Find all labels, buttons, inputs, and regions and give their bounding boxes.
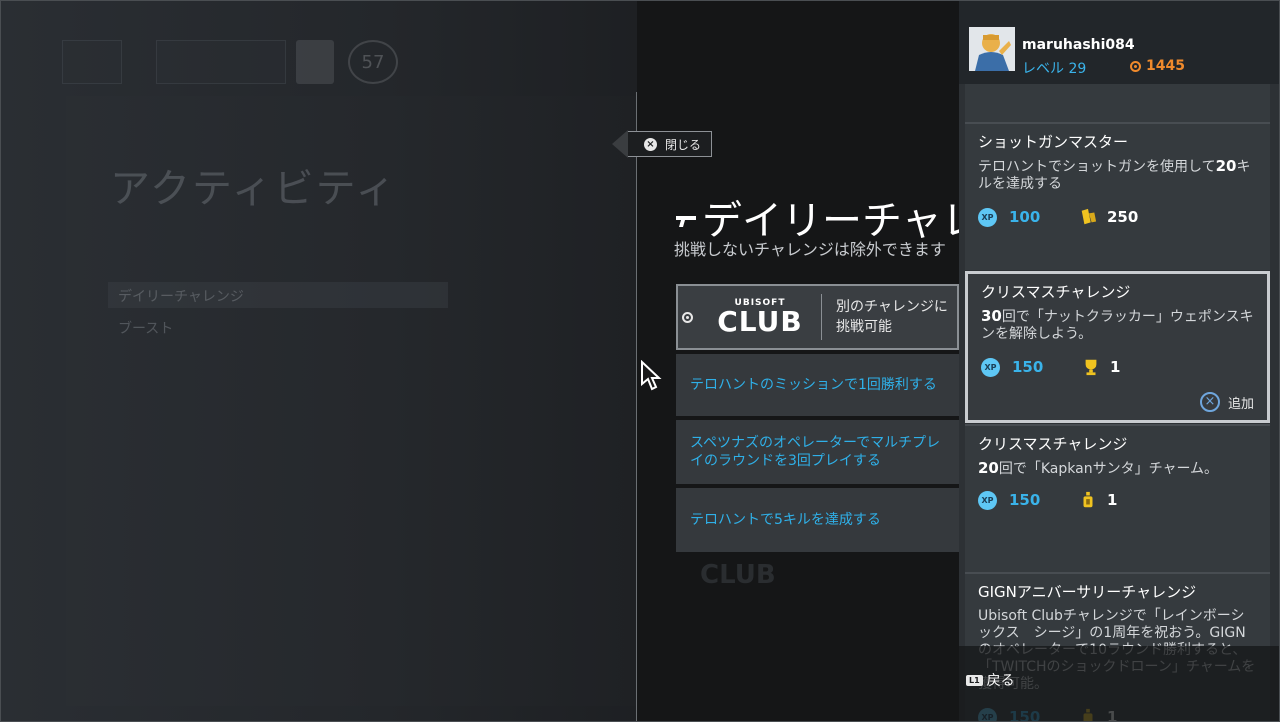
avatar bbox=[969, 27, 1015, 71]
renown-icon bbox=[1081, 208, 1097, 225]
card-title: GIGNアニバーサリーチャレンジ bbox=[978, 583, 1197, 601]
xp-value: 100 bbox=[1009, 208, 1041, 226]
card-description: 20回で「Kapkanサンタ」チャーム。 bbox=[978, 459, 1219, 478]
card-title: クリスマスチャレンジ bbox=[978, 435, 1128, 453]
challenge-item-2-line1: スペツナズのオペレーターでマルチプレ bbox=[690, 435, 941, 451]
close-button-body: × 閉じる bbox=[628, 131, 713, 157]
card-rewards: XP 150 1 bbox=[978, 488, 1257, 512]
challenge-item-2[interactable]: スペツナズのオペレーターでマルチプレ イのラウンドを3回プレイする bbox=[676, 420, 959, 484]
cross-button-icon: × bbox=[1199, 392, 1220, 412]
xp-value: 150 bbox=[1009, 491, 1041, 509]
background-squad-box bbox=[156, 40, 286, 84]
circle-x-icon: × bbox=[644, 137, 657, 151]
challenge-card-list[interactable]: ショットガンマスター テロハントでショットガンを使用して20キルを達成する XP… bbox=[965, 84, 1270, 722]
card-rewards: XP 100 250 bbox=[978, 205, 1257, 229]
daily-challenge-subtitle: 挑戦しないチャレンジは除外できます bbox=[674, 240, 946, 259]
challenge-card-christmas-nutcracker[interactable]: クリスマスチャレンジ 30回で「ナットクラッカー」ウェポンスキンを解除しよう。 … bbox=[965, 271, 1270, 423]
challenge-selection-panel: maruhashi084 レベル 29 1445 ショットガンマスター テロハン… bbox=[959, 0, 1280, 722]
radio-icon bbox=[682, 311, 693, 323]
coins-value: 1445 bbox=[1146, 58, 1185, 74]
club-separator bbox=[821, 294, 822, 340]
profile-username: maruhashi084 bbox=[1022, 37, 1135, 53]
level-label: レベル bbox=[1022, 61, 1064, 77]
challenge-item-1-line1: テロハントのミッションで1回勝利する bbox=[690, 377, 937, 393]
close-label: 閉じる bbox=[665, 137, 702, 152]
challenge-item-1[interactable]: テロハントのミッションで1回勝利する bbox=[676, 354, 959, 416]
level-value: 29 bbox=[1068, 61, 1087, 77]
card-title: クリスマスチャレンジ bbox=[981, 283, 1131, 301]
close-arrow-icon bbox=[612, 130, 628, 158]
charm-icon bbox=[1083, 491, 1093, 508]
club-text-line1: 別のチャレンジに bbox=[836, 299, 948, 315]
background-menu-item-boost: ブースト bbox=[118, 321, 174, 337]
background-title: アクティビティ bbox=[110, 166, 398, 212]
add-challenge-button[interactable]: × 追加 bbox=[1199, 392, 1254, 412]
challenge-item-2-line2: イのラウンドを3回プレイする bbox=[690, 453, 881, 469]
background-level-badge: 57 bbox=[348, 40, 398, 84]
card-description: テロハントでショットガンを使用して20キルを達成する bbox=[978, 157, 1251, 193]
mouse-cursor-icon bbox=[641, 360, 662, 391]
xp-value: 150 bbox=[1012, 358, 1044, 376]
challenge-item-3-line1: テロハントで5キルを達成する bbox=[690, 512, 881, 528]
club-text-line2: 挑戦可能 bbox=[836, 319, 892, 335]
reward-value: 1 bbox=[1107, 491, 1118, 509]
card-description: 30回で「ナットクラッカー」ウェポンスキンを解除しよう。 bbox=[981, 307, 1254, 343]
card-title: ショットガンマスター bbox=[978, 133, 1129, 151]
back-label: 戻る bbox=[986, 673, 1015, 689]
l1-button-icon: L1 bbox=[966, 674, 983, 686]
ubisoft-club-challenge[interactable]: UBISOFT CLUB 別のチャレンジに 挑戦可能 bbox=[676, 284, 959, 350]
panel-divider bbox=[636, 92, 637, 722]
pistol-icon bbox=[676, 216, 696, 227]
challenge-item-3[interactable]: テロハントで5キルを達成する bbox=[676, 488, 959, 552]
challenge-card-cutoff bbox=[965, 84, 1270, 122]
trophy-icon bbox=[1085, 359, 1097, 376]
challenge-card-shotgun-master[interactable]: ショットガンマスター テロハントでショットガンを使用して20キルを達成する XP… bbox=[965, 122, 1270, 270]
background-club-ghost: CLUB bbox=[700, 560, 776, 590]
reward-value: 1 bbox=[1110, 358, 1121, 376]
ubisoft-club-logo: UBISOFT CLUB bbox=[705, 298, 815, 338]
background-menu-item-daily: デイリーチャレンジ bbox=[108, 282, 448, 308]
add-label: 追加 bbox=[1227, 396, 1254, 412]
club-logo-big: CLUB bbox=[717, 304, 803, 338]
reward-value: 250 bbox=[1107, 208, 1139, 226]
game-screen: 57 アクティビティ デイリーチャレンジ ブースト CLUB × 閉じる デイリ… bbox=[0, 0, 1280, 722]
xp-icon: XP bbox=[981, 357, 1000, 377]
background-operator-avatar bbox=[296, 40, 334, 84]
xp-icon: XP bbox=[978, 490, 997, 510]
back-button[interactable]: L1 戻る bbox=[966, 670, 1015, 690]
close-button[interactable]: × 閉じる bbox=[612, 130, 713, 158]
background-flag-box bbox=[62, 40, 122, 84]
r6-credits-icon bbox=[1130, 60, 1141, 72]
club-text: 別のチャレンジに 挑戦可能 bbox=[836, 297, 948, 337]
xp-icon: XP bbox=[978, 207, 997, 227]
profile-level: レベル 29 bbox=[1022, 58, 1086, 78]
profile-coins: 1445 bbox=[1130, 58, 1185, 74]
card-rewards: XP 150 1 bbox=[981, 355, 1254, 379]
challenge-card-christmas-kapkan[interactable]: クリスマスチャレンジ 20回で「Kapkanサンタ」チャーム。 XP 150 1 bbox=[965, 424, 1270, 572]
profile-header: maruhashi084 レベル 29 1445 bbox=[959, 0, 1280, 84]
